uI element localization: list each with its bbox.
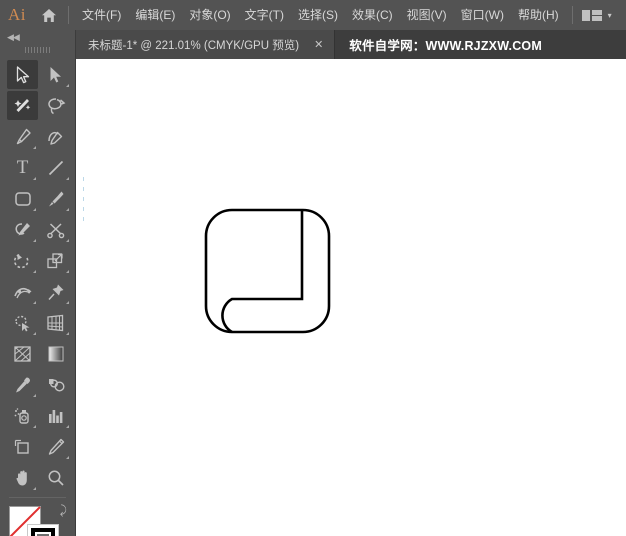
eyedropper-tool[interactable] <box>7 370 38 399</box>
watermark-text: 软件自学网：WWW.RJZXW.COM <box>335 30 542 59</box>
tools-panel: ◀◀ <box>0 30 76 536</box>
lasso-tool[interactable] <box>40 91 71 120</box>
artboard-tool[interactable] <box>7 432 38 461</box>
rotate-icon <box>13 252 32 270</box>
gradient-icon <box>47 346 65 362</box>
workspace-switcher-button[interactable]: ▾ <box>581 8 612 23</box>
symbol-sprayer-tool[interactable] <box>7 401 38 430</box>
illustrator-window: Ai 文件(F) 编辑(E) 对象(O) 文字(T) 选择(S) 效果(C) 视… <box>0 0 626 536</box>
menu-type[interactable]: 文字(T) <box>238 0 291 30</box>
ai-logo: Ai <box>0 0 34 30</box>
curvature-icon <box>46 128 66 146</box>
canvas[interactable] <box>76 59 626 536</box>
scale-tool[interactable] <box>40 246 71 275</box>
hand-tool[interactable] <box>7 463 38 492</box>
paintbrush-tool[interactable] <box>40 184 71 213</box>
tab-label: 未标题-1* @ 221.01% (CMYK/GPU 预览) <box>88 37 299 53</box>
slice-knife-icon <box>47 438 65 456</box>
width-warp-icon <box>13 283 33 301</box>
pushpin-icon <box>47 283 65 301</box>
shaper-tool[interactable] <box>7 215 38 244</box>
perspective-grid-tool[interactable] <box>40 308 71 337</box>
stroke-swatch[interactable] <box>27 524 59 536</box>
magic-wand-tool[interactable] <box>7 91 38 120</box>
swap-fill-stroke-icon[interactable]: ⤸ <box>60 503 67 518</box>
home-icon[interactable] <box>34 0 64 30</box>
pen-tool[interactable] <box>7 122 38 151</box>
rounded-rect-icon <box>14 191 32 207</box>
tab-untitled-1[interactable]: 未标题-1* @ 221.01% (CMYK/GPU 预览) ✕ <box>76 30 335 59</box>
slice-tool[interactable] <box>40 432 71 461</box>
mesh-icon <box>13 345 32 363</box>
blend-tool[interactable] <box>40 370 71 399</box>
menu-object[interactable]: 对象(O) <box>182 0 237 30</box>
symbol-sprayer-icon <box>13 407 32 425</box>
magnifier-icon <box>47 469 65 487</box>
shape-builder-icon <box>13 314 33 332</box>
menu-edit[interactable]: 编辑(E) <box>128 0 182 30</box>
rotate-tool[interactable] <box>7 246 38 275</box>
line-segment-icon <box>47 159 65 177</box>
zoom-tool[interactable] <box>40 463 71 492</box>
menu-view[interactable]: 视图(V) <box>400 0 454 30</box>
arrow-solid-icon <box>16 66 30 84</box>
close-icon[interactable]: ✕ <box>311 38 326 51</box>
menu-help[interactable]: 帮助(H) <box>511 0 566 30</box>
panel-drag-handle[interactable] <box>0 44 75 56</box>
artboard-icon <box>13 438 32 456</box>
curvature-tool[interactable] <box>40 122 71 151</box>
arrow-filled-icon <box>49 66 62 84</box>
menu-divider-left <box>68 6 69 24</box>
toolbar-separator <box>9 497 66 498</box>
mesh-tool[interactable] <box>7 339 38 368</box>
column-graph-tool[interactable] <box>40 401 71 430</box>
blend-icon <box>46 376 66 394</box>
type-T-icon: T <box>17 158 29 177</box>
menu-window[interactable]: 窗口(W) <box>454 0 511 30</box>
scissors-icon <box>47 221 65 239</box>
magic-wand-icon <box>13 97 33 115</box>
bar-graph-icon <box>47 408 65 424</box>
eyedropper-icon <box>14 376 32 394</box>
scale-icon <box>46 252 65 270</box>
menu-file[interactable]: 文件(F) <box>75 0 128 30</box>
direct-selection-tool[interactable] <box>40 60 71 89</box>
free-transform-tool[interactable] <box>40 277 71 306</box>
line-segment-tool[interactable] <box>40 153 71 182</box>
lasso-icon <box>46 97 66 115</box>
chevron-down-icon: ▾ <box>608 11 612 20</box>
paintbrush-icon <box>47 190 65 208</box>
shape-builder-tool[interactable] <box>7 308 38 337</box>
document-tab-bar: 未标题-1* @ 221.01% (CMYK/GPU 预览) ✕ 软件自学网：W… <box>76 30 626 59</box>
perspective-grid-icon <box>46 314 65 332</box>
fill-stroke-controls: ⤸ <box>0 502 75 536</box>
inner-fold-path <box>222 210 302 332</box>
selection-tool[interactable] <box>7 60 38 89</box>
shaper-pencil-icon <box>13 221 33 239</box>
rounded-square-folded-path[interactable] <box>76 59 626 536</box>
type-tool[interactable]: T <box>7 153 38 182</box>
menu-divider-right <box>572 6 573 24</box>
menu-effect[interactable]: 效果(C) <box>345 0 400 30</box>
width-tool[interactable] <box>7 277 38 306</box>
pen-icon <box>14 128 32 146</box>
outer-rounded-rect <box>206 210 329 332</box>
gradient-tool[interactable] <box>40 339 71 368</box>
tool-grid: T <box>0 56 75 492</box>
hand-icon <box>14 469 32 487</box>
collapse-panel-button[interactable]: ◀◀ <box>0 30 75 44</box>
menu-bar: Ai 文件(F) 编辑(E) 对象(O) 文字(T) 选择(S) 效果(C) 视… <box>0 0 626 30</box>
rectangle-tool[interactable] <box>7 184 38 213</box>
scissors-tool[interactable] <box>40 215 71 244</box>
menu-select[interactable]: 选择(S) <box>291 0 345 30</box>
workspace-layout-icon <box>581 8 603 23</box>
